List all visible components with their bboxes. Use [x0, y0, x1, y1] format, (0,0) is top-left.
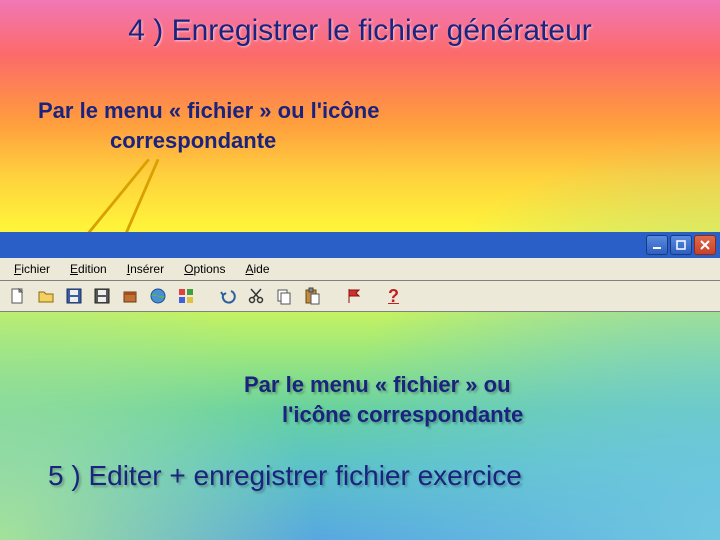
grid-icon: [177, 287, 195, 305]
menu-options[interactable]: Options: [174, 260, 235, 278]
heading-step4: 4 ) Enregistrer le fichier générateur: [0, 14, 720, 48]
help-button[interactable]: ?: [382, 286, 405, 307]
archive-button[interactable]: [116, 283, 144, 309]
minimize-button[interactable]: [646, 235, 668, 255]
app-window: Fichier Edition Insérer Options Aide: [0, 232, 720, 312]
maximize-button[interactable]: [670, 235, 692, 255]
toolbar: ?: [0, 281, 720, 312]
close-icon: [700, 240, 710, 250]
save-button[interactable]: [60, 283, 88, 309]
archive-icon: [121, 287, 139, 305]
new-button[interactable]: [4, 283, 32, 309]
subtitle-2-line2: l'icône correspondante: [244, 400, 523, 430]
scissors-icon: [247, 287, 265, 305]
subtitle-2-line1: Par le menu « fichier » ou: [244, 372, 511, 397]
globe-icon: [149, 287, 167, 305]
open-folder-icon: [37, 287, 55, 305]
menu-inserer[interactable]: Insérer: [117, 260, 174, 278]
clipboard-icon: [303, 287, 321, 305]
floppy-icon: [65, 287, 83, 305]
maximize-icon: [676, 240, 686, 250]
undo-icon: [219, 287, 237, 305]
close-button[interactable]: [694, 235, 716, 255]
flag-icon: [345, 287, 363, 305]
flag-button[interactable]: [340, 283, 368, 309]
menu-aide[interactable]: Aide: [235, 260, 279, 278]
slide: 4 ) Enregistrer le fichier générateur Pa…: [0, 0, 720, 540]
new-file-icon: [9, 287, 27, 305]
globe-button[interactable]: [144, 283, 172, 309]
menubar: Fichier Edition Insérer Options Aide: [0, 258, 720, 281]
heading-step5: 5 ) Editer + enregistrer fichier exercic…: [48, 460, 522, 492]
paste-button[interactable]: [298, 283, 326, 309]
copy-button[interactable]: [270, 283, 298, 309]
subtitle-1-line1: Par le menu « fichier » ou l'icône: [38, 98, 379, 123]
save-as-button[interactable]: [88, 283, 116, 309]
subtitle-1-line2: correspondante: [38, 126, 379, 156]
undo-button[interactable]: [214, 283, 242, 309]
cut-button[interactable]: [242, 283, 270, 309]
minimize-icon: [652, 240, 662, 250]
open-button[interactable]: [32, 283, 60, 309]
copy-icon: [275, 287, 293, 305]
subtitle-2: Par le menu « fichier » ou l'icône corre…: [244, 370, 523, 429]
subtitle-1: Par le menu « fichier » ou l'icône corre…: [38, 96, 379, 155]
floppy-alt-icon: [93, 287, 111, 305]
menu-fichier[interactable]: Fichier: [4, 260, 60, 278]
menu-edition[interactable]: Edition: [60, 260, 117, 278]
grid-button[interactable]: [172, 283, 200, 309]
titlebar: [0, 232, 720, 258]
